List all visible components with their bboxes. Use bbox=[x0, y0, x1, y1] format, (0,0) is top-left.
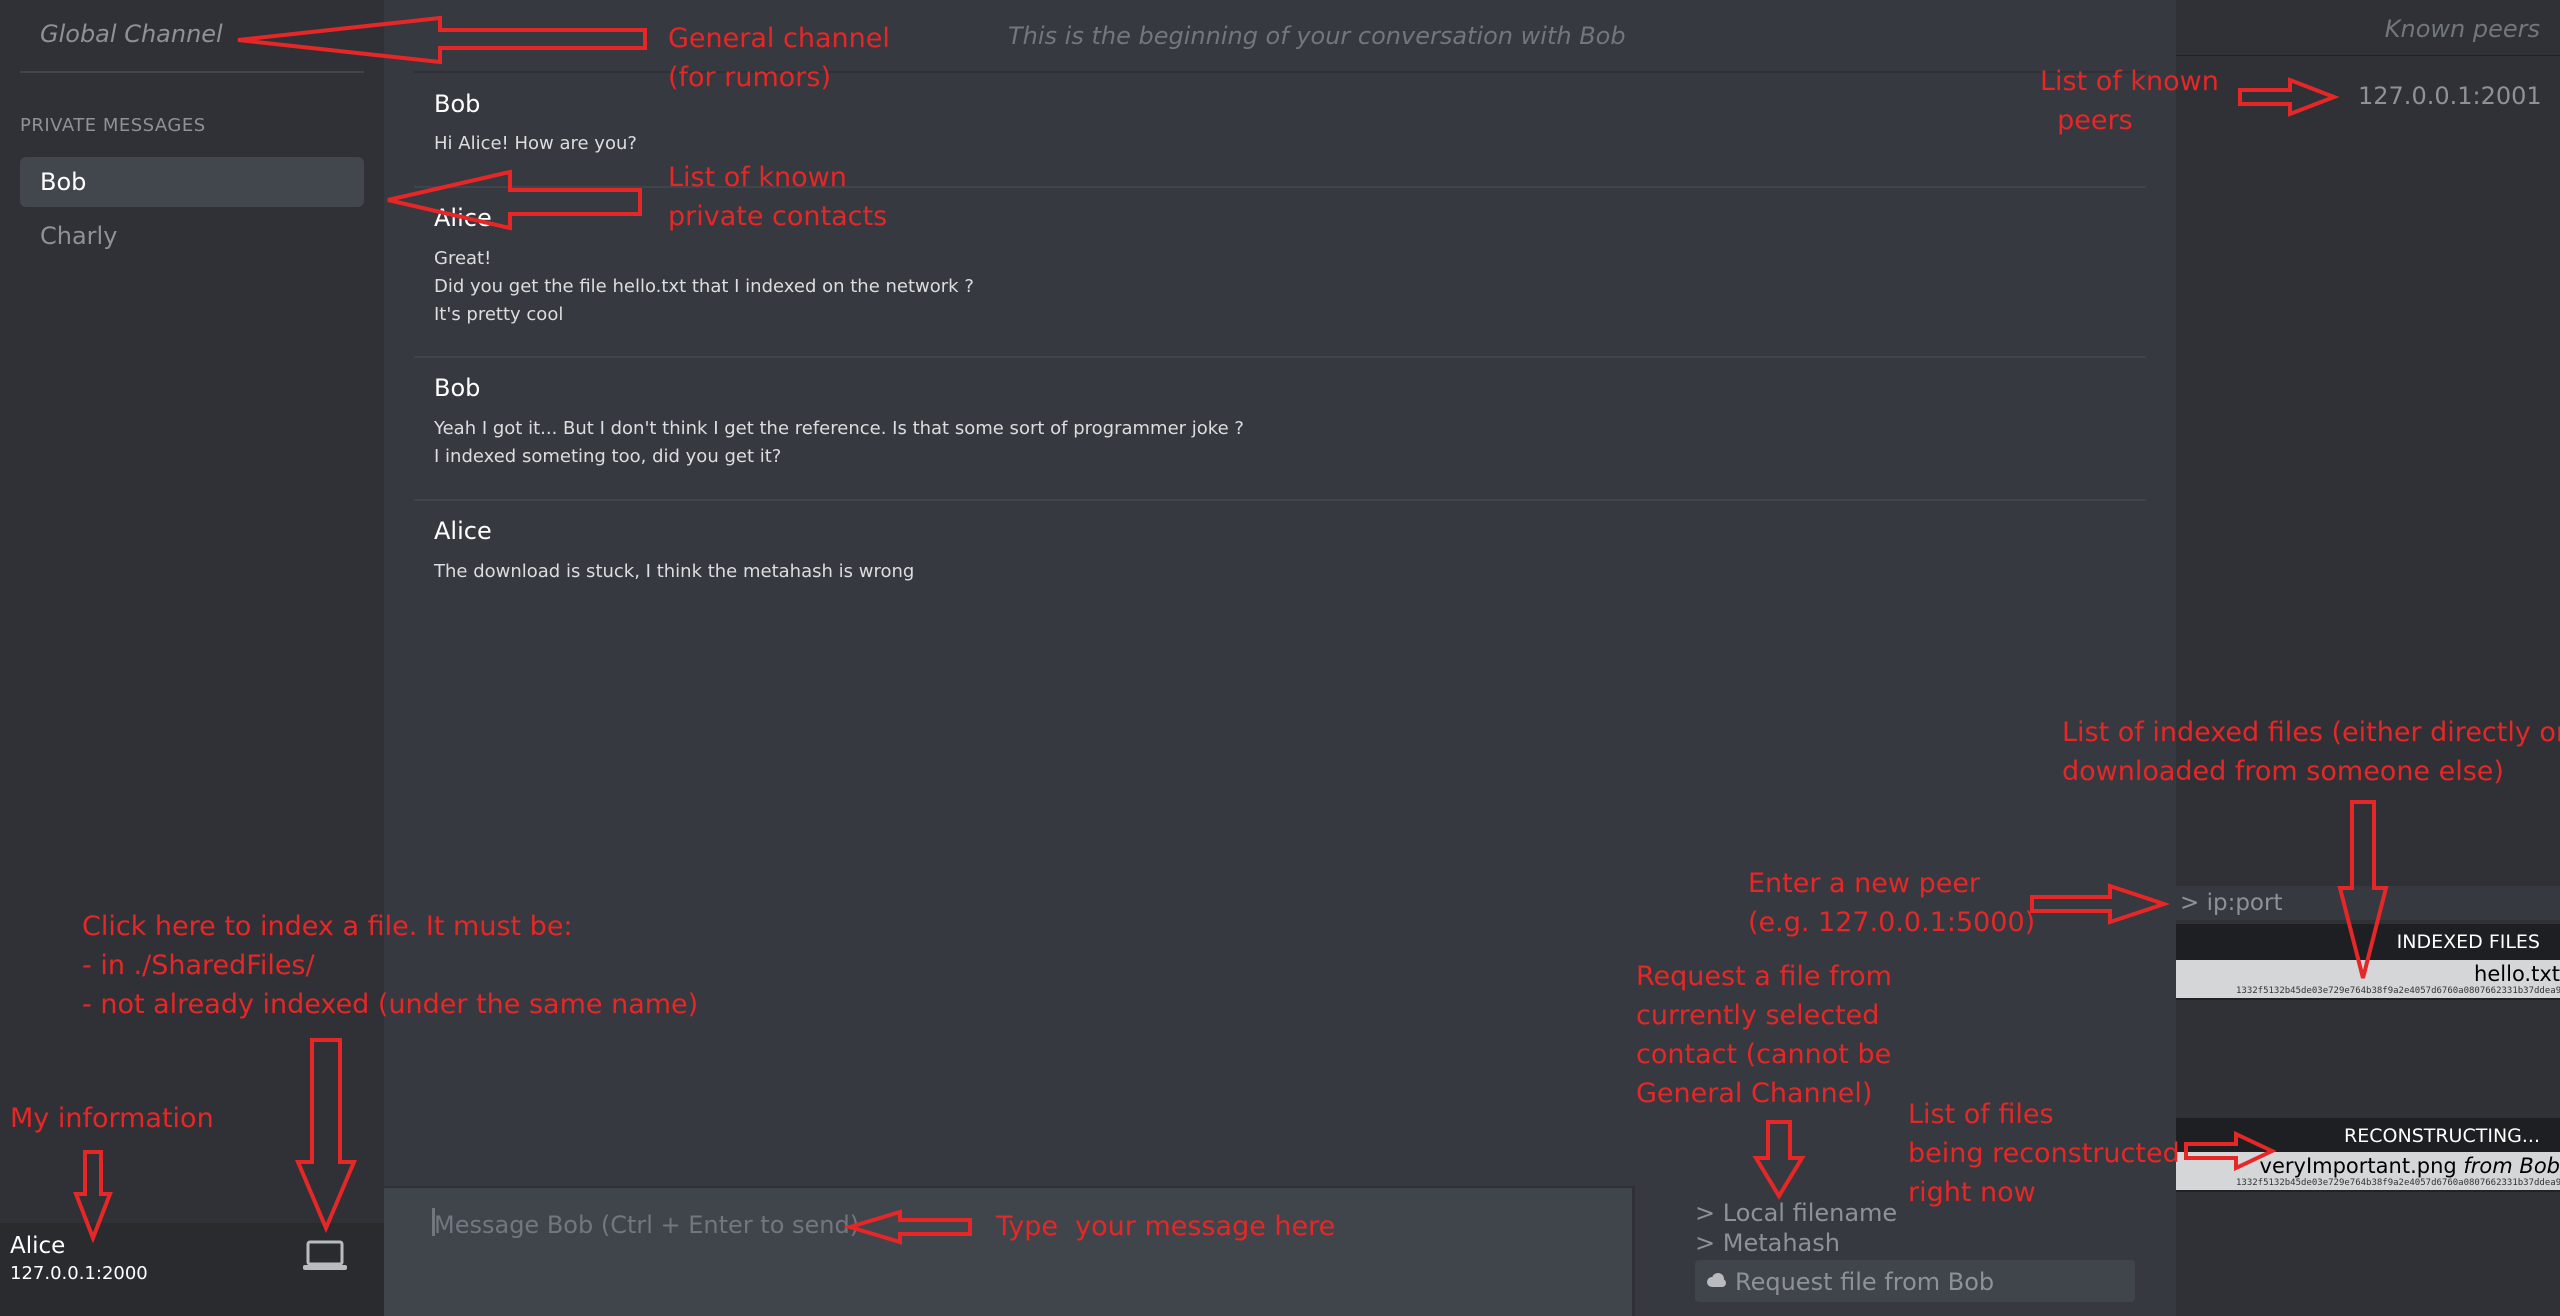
annotation-index-file: Click here to index a file. It must be: … bbox=[82, 911, 699, 1020]
message-line: It's pretty cool bbox=[434, 304, 564, 325]
private-messages-header: PRIVATE MESSAGES bbox=[20, 115, 206, 136]
message-line: Great! bbox=[434, 248, 492, 269]
file-name: hello.txt bbox=[2474, 962, 2560, 986]
indexed-file-row[interactable]: hello.txt 1332f5132b45de03e729e764b38f9a… bbox=[2176, 960, 2560, 1000]
app-window: Global Channel PRIVATE MESSAGES Bob Char… bbox=[0, 0, 2560, 1316]
new-peer-input[interactable] bbox=[2180, 886, 2550, 920]
annotation-my-info: My information bbox=[10, 1103, 214, 1134]
reconstructing-file-row[interactable]: veryImportant.png from Bob 1332f5132b45d… bbox=[2176, 1152, 2560, 1192]
sidebar-divider bbox=[20, 71, 364, 73]
conversation-header: This is the beginning of your conversati… bbox=[384, 0, 2176, 72]
metahash-input[interactable] bbox=[1695, 1228, 2095, 1258]
annotation-known-peers: List of known peers bbox=[2040, 66, 2219, 136]
annotation-new-peer: Enter a new peer (e.g. 127.0.0.1:5000) bbox=[1748, 868, 2036, 938]
message-author: Alice bbox=[434, 204, 492, 232]
known-peers-title: Known peers bbox=[2384, 15, 2540, 43]
laptop-icon bbox=[303, 1240, 347, 1270]
request-file-button-label: Request file from Bob bbox=[1735, 1268, 1995, 1296]
right-panel: Known peers 127.0.0.1:2001 INDEXED FILES… bbox=[2176, 0, 2560, 1316]
index-file-button[interactable] bbox=[302, 1239, 348, 1273]
peer-item[interactable]: 127.0.0.1:2001 bbox=[2358, 82, 2542, 110]
annotation-reconstructing: List of files being reconstructed right … bbox=[1908, 1099, 2180, 1208]
contact-item-bob[interactable]: Bob bbox=[20, 157, 364, 207]
message-item: Bob Yeah I got it... But I don't think I… bbox=[414, 358, 2146, 501]
file-name: veryImportant.png from Bob bbox=[2260, 1154, 2560, 1178]
file-metahash: 1332f5132b45de03e729e764b38f9a2e4057d676… bbox=[2236, 986, 2560, 996]
annotation-type-message: Type your message here bbox=[996, 1211, 1336, 1242]
message-author: Bob bbox=[434, 374, 481, 402]
peers-divider bbox=[2176, 55, 2560, 56]
user-info-panel: Alice 127.0.0.1:2000 bbox=[0, 1223, 384, 1316]
annotation-contacts: List of known private contacts bbox=[668, 162, 888, 232]
conversation-header-text: This is the beginning of your conversati… bbox=[1008, 22, 1626, 50]
message-line: The download is stuck, I think the metah… bbox=[434, 561, 915, 582]
message-item: Alice The download is stuck, I think the… bbox=[414, 501, 2146, 601]
reconstructing-file-source: from Bob bbox=[2463, 1154, 2560, 1178]
annotation-general-channel: General channel (for rumors) bbox=[668, 23, 890, 93]
contact-item-charly[interactable]: Charly bbox=[20, 211, 364, 261]
user-name: Alice bbox=[10, 1233, 66, 1259]
cloud-icon bbox=[1707, 1273, 1726, 1287]
message-line: I indexed someting too, did you get it? bbox=[434, 446, 782, 467]
request-file-button[interactable]: Request file from Bob bbox=[1695, 1260, 2135, 1302]
file-metahash: 1332f5132b45de03e729e764b38f9a2e4057d676… bbox=[2236, 1178, 2560, 1188]
message-author: Alice bbox=[434, 517, 492, 545]
reconstructing-file-name: veryImportant.png bbox=[2259, 1154, 2457, 1178]
peer-input-wrapper bbox=[2176, 886, 2560, 920]
global-channel-item[interactable]: Global Channel bbox=[40, 20, 223, 48]
message-author: Bob bbox=[434, 90, 481, 118]
annotation-request-file: Request a file from currently selected c… bbox=[1636, 961, 1892, 1109]
reconstructing-header: RECONSTRUCTING... bbox=[2176, 1118, 2560, 1154]
user-ip: 127.0.0.1:2000 bbox=[10, 1263, 148, 1284]
message-line: Yeah I got it... But I don't think I get… bbox=[434, 418, 1244, 439]
annotation-indexed-files: List of indexed files (either directly o… bbox=[2062, 717, 2560, 787]
message-line: Hi Alice! How are you? bbox=[434, 133, 637, 154]
message-line: Did you get the file hello.txt that I in… bbox=[434, 276, 974, 297]
indexed-files-header: INDEXED FILES bbox=[2176, 924, 2560, 960]
